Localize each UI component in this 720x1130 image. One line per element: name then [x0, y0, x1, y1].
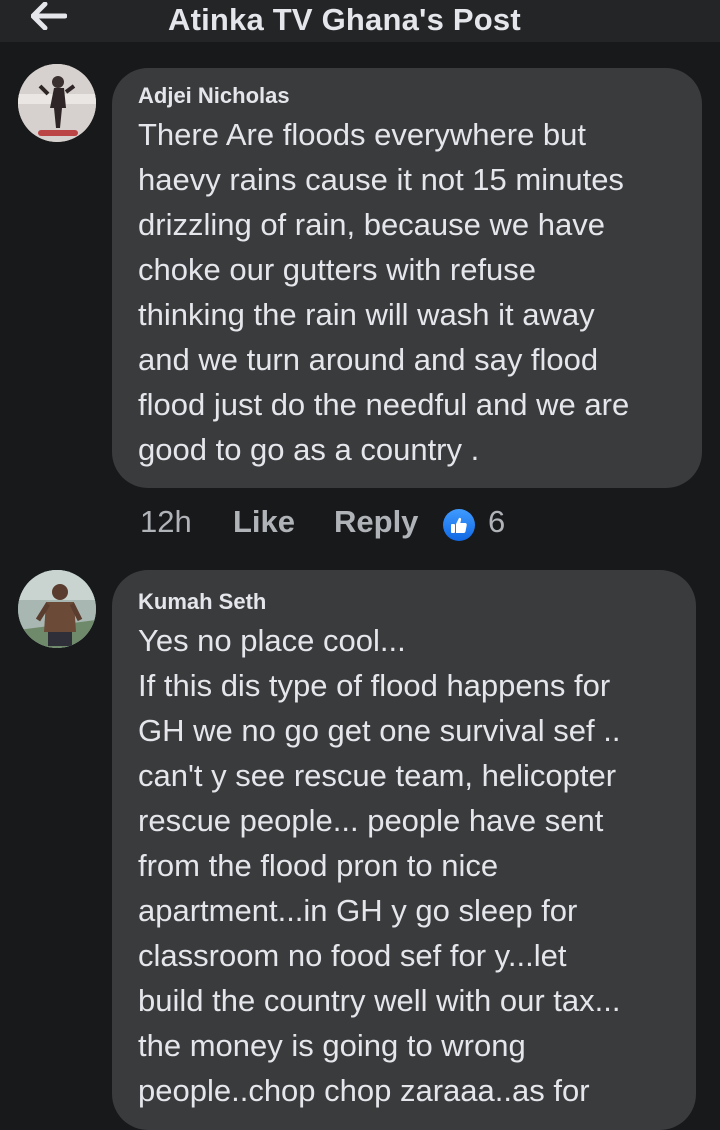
thumbs-up-icon — [451, 517, 467, 533]
reply-button[interactable]: Reply — [334, 504, 418, 540]
comment-author[interactable]: Kumah Seth — [138, 589, 266, 615]
reaction-count[interactable]: 6 — [488, 504, 505, 540]
avatar[interactable] — [18, 570, 96, 648]
like-button[interactable]: Like — [233, 504, 295, 540]
arrow-left-icon — [31, 2, 67, 30]
profile-photo — [18, 64, 96, 142]
top-bar: Atinka TV Ghana's Post — [0, 0, 720, 42]
like-reaction-icon[interactable] — [443, 509, 475, 541]
comment-text: There Are floods everywhere but haevy ra… — [138, 117, 630, 467]
page-title: Atinka TV Ghana's Post — [168, 2, 521, 37]
avatar[interactable] — [18, 64, 96, 142]
back-button[interactable] — [28, 0, 70, 32]
profile-photo — [18, 570, 96, 648]
comment-text: Yes no place cool... If this dis type of… — [138, 623, 621, 1108]
comment-time[interactable]: 12h — [140, 504, 192, 540]
comment-author[interactable]: Adjei Nicholas — [138, 83, 290, 109]
